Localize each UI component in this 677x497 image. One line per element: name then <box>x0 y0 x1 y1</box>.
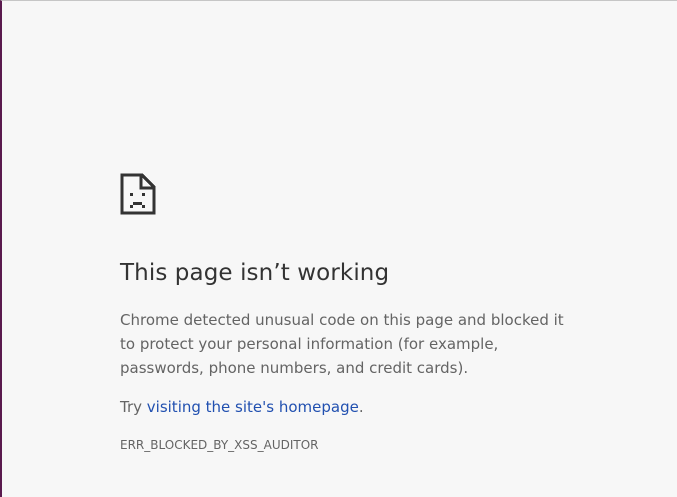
error-description: Chrome detected unusual code on this pag… <box>120 311 564 377</box>
error-page: This page isn’t working Chrome detected … <box>0 0 677 497</box>
suggestion-prefix: Try <box>120 398 147 416</box>
suggestion: Try visiting the site's homepage. <box>120 395 364 419</box>
homepage-link[interactable]: visiting the site's homepage <box>147 398 359 416</box>
suggestion-suffix: . <box>358 398 364 416</box>
sad-page-icon <box>120 173 156 215</box>
page-title: This page isn’t working <box>120 260 390 286</box>
error-code: ERR_BLOCKED_BY_XSS_AUDITOR <box>120 438 319 452</box>
